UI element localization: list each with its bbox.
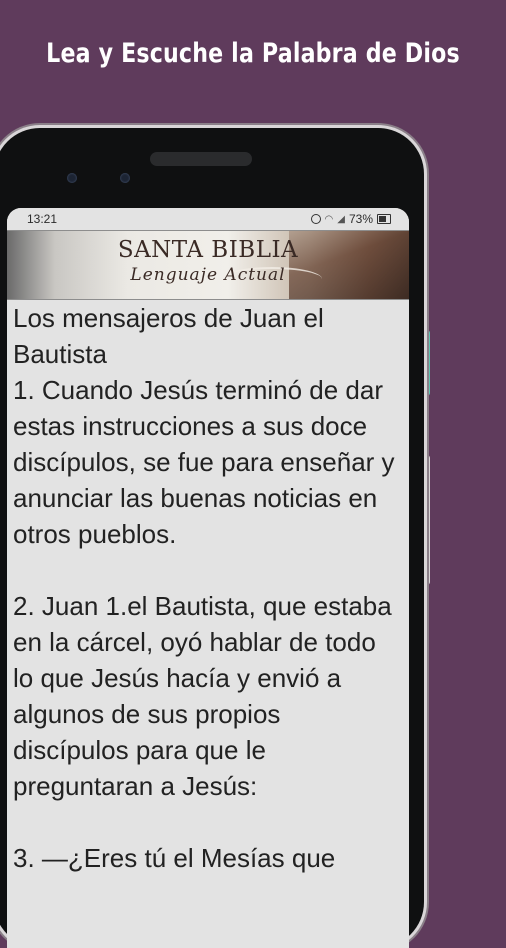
app-banner: SANTA BIBLIA Lenguaje Actual <box>7 230 409 300</box>
verse-3: 3. —¿Eres tú el Mesías que <box>13 843 336 873</box>
phone-screen: 13:21 ◠ ◢ 73% SANTA BIBLIA Lenguaje Actu… <box>7 208 409 948</box>
banner-subtitle: Lenguaje Actual <box>130 265 286 285</box>
passage-heading: Los mensajeros de Juan el Bautista <box>13 303 324 369</box>
verse-2: 2. Juan 1.el Bautista, que estaba en la … <box>13 591 392 801</box>
sensor-icon <box>120 173 130 183</box>
earpiece-speaker <box>150 152 252 166</box>
front-camera-icon <box>67 173 77 183</box>
passage-text[interactable]: Los mensajeros de Juan el Bautista 1. Cu… <box>7 300 409 876</box>
signal-icon: ◢ <box>337 213 345 225</box>
volume-button <box>424 330 430 396</box>
banner-title: SANTA BIBLIA <box>117 237 299 263</box>
verse-1: 1. Cuando Jesús terminó de dar estas ins… <box>13 375 395 549</box>
alarm-icon <box>310 214 321 224</box>
promo-title: Lea y Escuche la Palabra de Dios <box>46 38 460 69</box>
status-bar: 13:21 ◠ ◢ 73% <box>7 208 409 230</box>
phone-frame: 13:21 ◠ ◢ 73% SANTA BIBLIA Lenguaje Actu… <box>0 128 424 948</box>
battery-icon <box>377 214 391 224</box>
power-button <box>424 455 430 585</box>
wifi-icon: ◠ <box>324 213 334 225</box>
status-icons: ◠ ◢ 73% <box>310 212 391 226</box>
battery-level: 73% <box>348 212 373 226</box>
status-time: 13:21 <box>27 212 58 226</box>
